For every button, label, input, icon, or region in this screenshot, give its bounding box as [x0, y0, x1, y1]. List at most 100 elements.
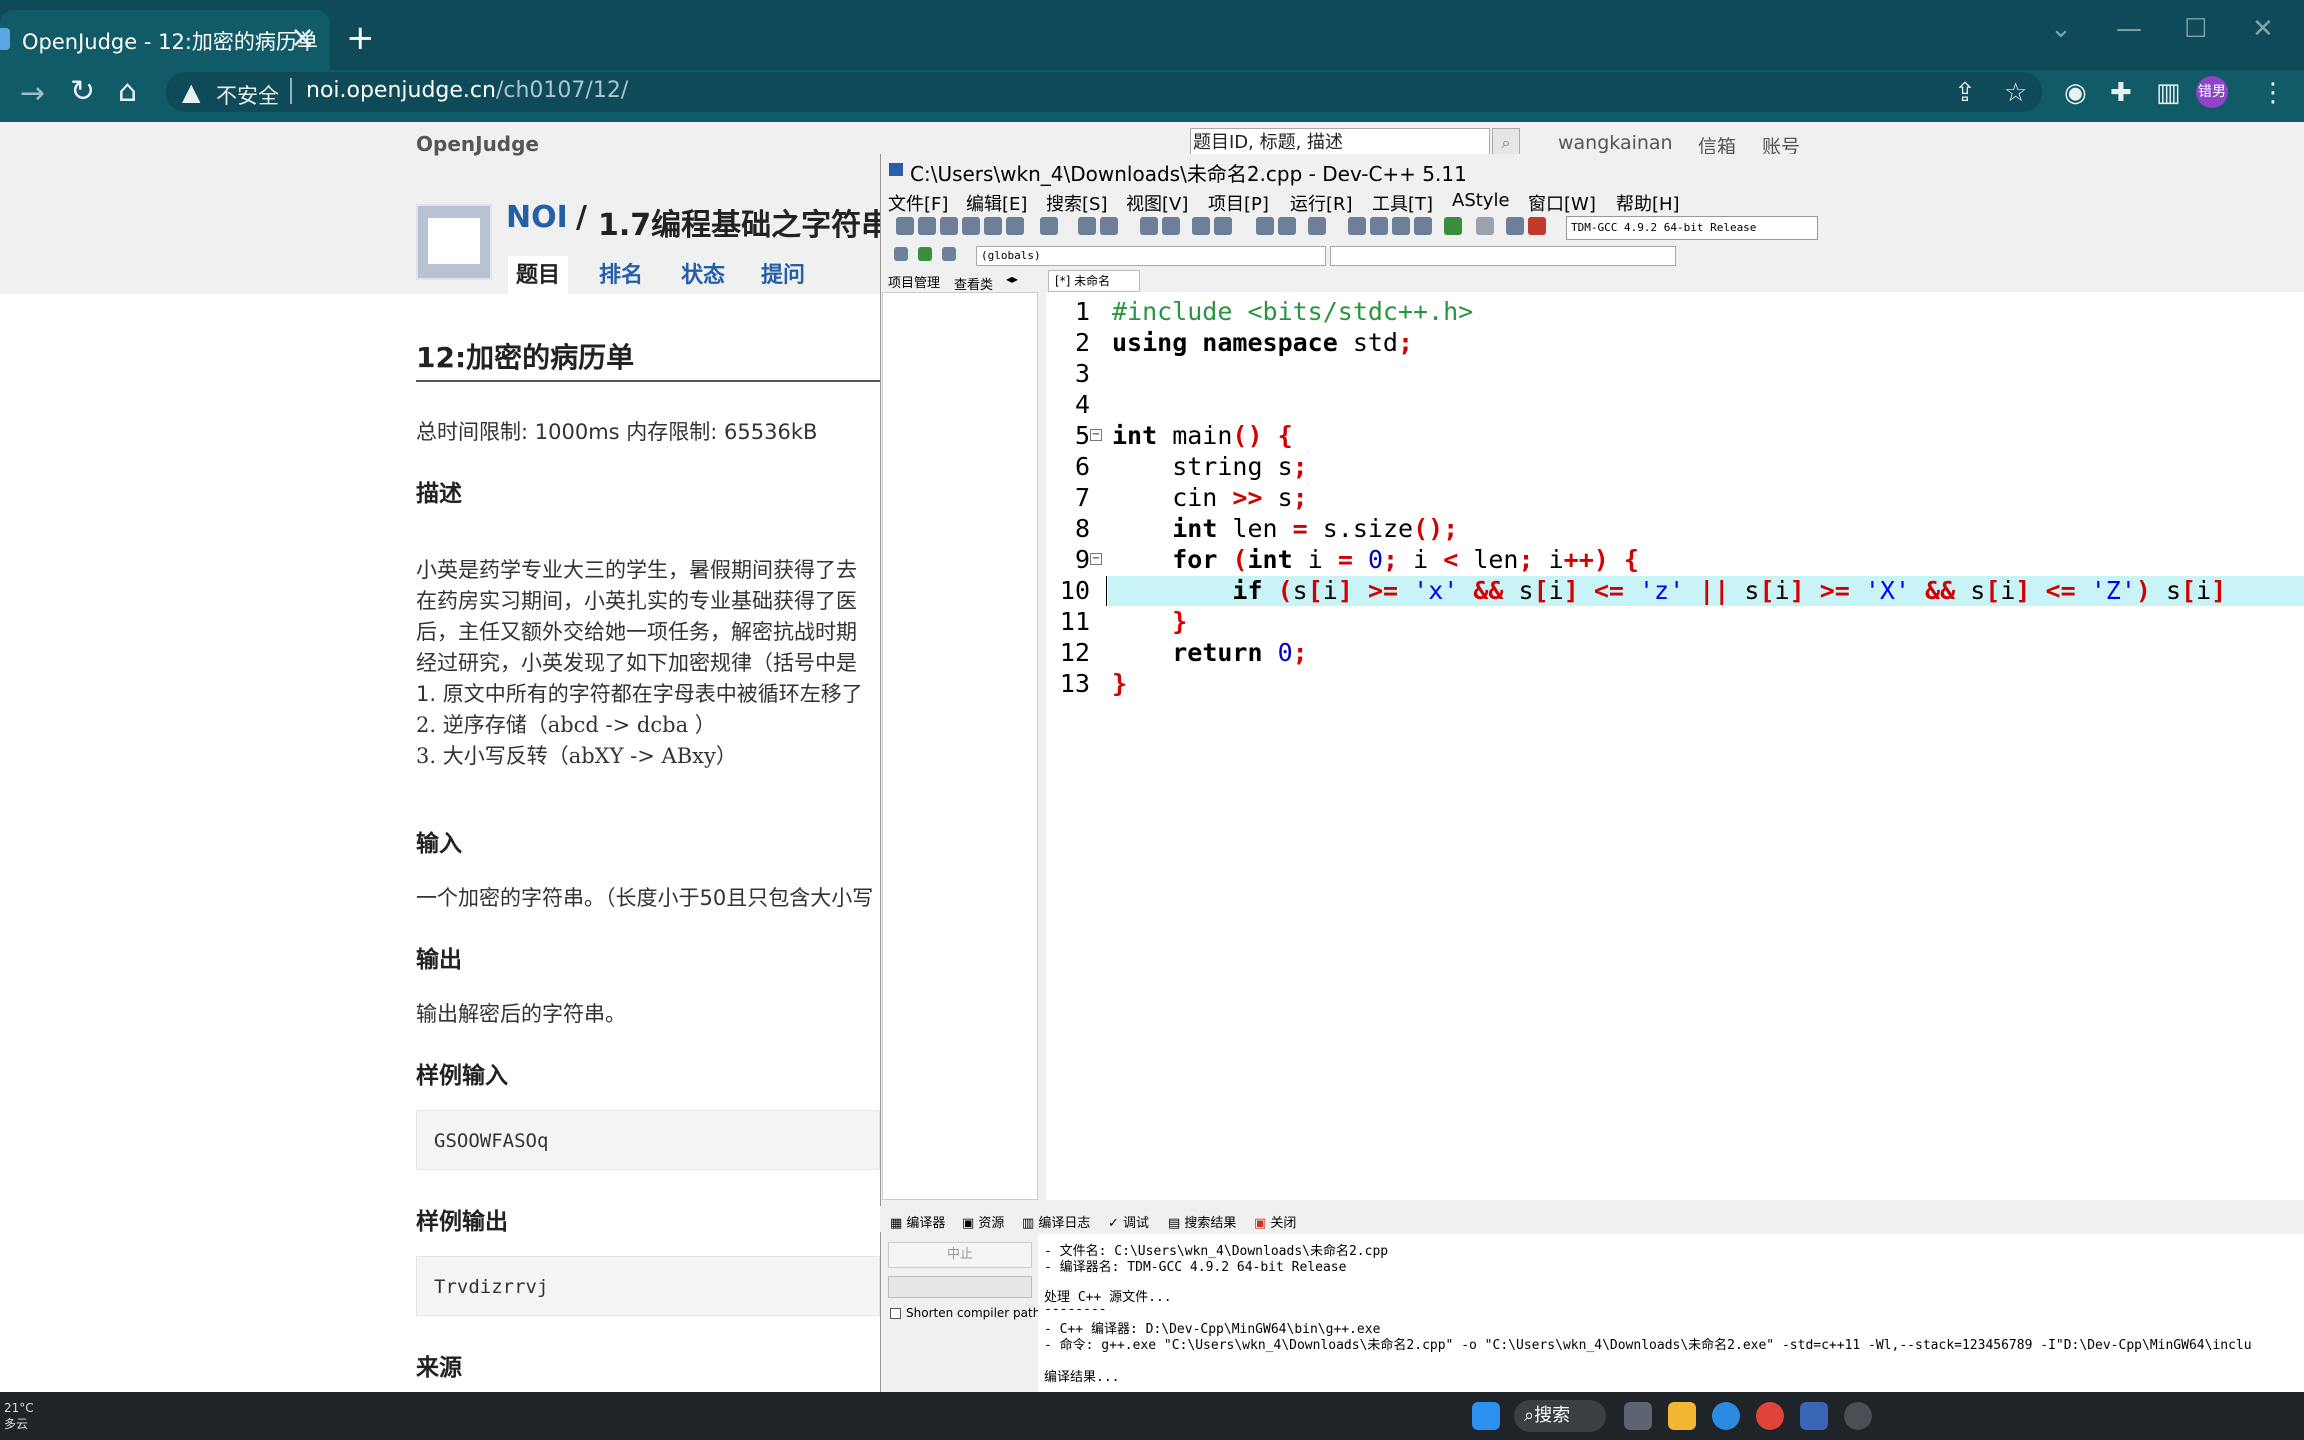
save-all-icon[interactable]	[962, 217, 980, 235]
file-explorer-icon[interactable]	[1668, 1402, 1696, 1430]
site-name[interactable]: OpenJudge	[416, 132, 539, 156]
tab-problem[interactable]: 题目	[508, 256, 568, 296]
code-line-1: #include <bits/stdc++.h>	[1112, 296, 1473, 327]
tab-search-results[interactable]: ▤ 搜索结果	[1168, 1212, 1236, 1231]
abort-button[interactable]: 中止	[888, 1242, 1032, 1268]
avatar[interactable]: 错男	[2196, 76, 2228, 108]
redo-icon[interactable]	[1100, 217, 1118, 235]
warning-icon[interactable]: ▲	[182, 78, 200, 106]
check-syntax-icon[interactable]	[1444, 217, 1462, 235]
menu-window[interactable]: 窗口[W]	[1528, 190, 1596, 216]
tab-compiler[interactable]: ▦ 编译器	[890, 1212, 945, 1231]
menu-project[interactable]: 项目[P]	[1208, 190, 1269, 216]
page-scrollbar[interactable]	[2282, 122, 2304, 154]
toggle-icon[interactable]	[942, 247, 956, 261]
profile-icon[interactable]	[1506, 217, 1524, 235]
tab-project-manager[interactable]: 项目管理	[888, 272, 940, 291]
devcpp-taskbar-icon[interactable]	[1800, 1402, 1828, 1430]
input-heading: 输入	[416, 831, 462, 857]
compile-run-icon[interactable]	[1392, 217, 1410, 235]
category-title[interactable]: 1.7编程基础之字符串	[598, 200, 891, 244]
scope-select[interactable]: (globals)	[976, 246, 1326, 266]
compiler-select[interactable]: TDM-GCC 4.9.2 64-bit Release	[1566, 216, 1818, 240]
side-panel-icon[interactable]: ▥	[2156, 78, 2181, 108]
shorten-paths-checkbox[interactable]	[890, 1308, 901, 1319]
noi-link[interactable]: NOI	[506, 200, 568, 235]
grid-icon: ▦	[890, 1216, 907, 1231]
code-line-7: cin >> s;	[1112, 483, 1308, 512]
rebuild-icon[interactable]	[1414, 217, 1432, 235]
compile-icon[interactable]	[1348, 217, 1366, 235]
forward-icon[interactable]: →	[20, 76, 45, 111]
share-icon[interactable]: ⇪	[1954, 78, 1976, 108]
chrome-icon[interactable]	[1756, 1402, 1784, 1430]
tab-question[interactable]: 提问	[752, 256, 814, 296]
tab-class-browser[interactable]: 查看类	[954, 274, 993, 293]
new-class-icon[interactable]	[894, 247, 908, 261]
menu-edit[interactable]: 编辑[E]	[966, 190, 1027, 216]
insert-icon[interactable]	[918, 247, 932, 261]
window-close-icon[interactable]: ✕	[2252, 14, 2274, 44]
open-file-icon[interactable]	[918, 217, 936, 235]
windows-start-icon[interactable]	[1472, 1402, 1500, 1430]
tab-compile-log[interactable]: ▥ 编译日志	[1022, 1212, 1090, 1231]
user-link[interactable]: wangkainan	[1558, 132, 1673, 154]
edge-icon[interactable]	[1712, 1402, 1740, 1430]
tab-search-icon[interactable]: ⌄	[2050, 14, 2072, 44]
menu-kebab-icon[interactable]: ⋮	[2260, 78, 2286, 108]
minimize-icon[interactable]: —	[2116, 14, 2142, 44]
menu-tools[interactable]: 工具[T]	[1372, 190, 1433, 216]
tab-status[interactable]: 状态	[670, 256, 736, 296]
back-icon[interactable]	[1256, 217, 1274, 235]
reload-icon[interactable]: ↻	[70, 74, 95, 109]
shorten-paths-label: Shorten compiler paths	[906, 1306, 1047, 1320]
toggle-bookmark-icon[interactable]	[1308, 217, 1326, 235]
menu-file[interactable]: 文件[F]	[888, 190, 948, 216]
editor-file-tab[interactable]: [*] 未命名2.cpp	[1048, 270, 1140, 308]
fold-toggle-icon[interactable]: −	[1090, 429, 1102, 441]
save-icon[interactable]	[940, 217, 958, 235]
stop-icon[interactable]	[1476, 217, 1494, 235]
tab-resources[interactable]: ▣ 资源	[962, 1212, 1004, 1231]
resource-icon: ▣	[962, 1216, 979, 1231]
new-tab-icon[interactable]: +	[346, 18, 375, 58]
replace-icon[interactable]	[1162, 217, 1180, 235]
indent-icon[interactable]	[1214, 217, 1232, 235]
debug-icon[interactable]	[1528, 217, 1546, 235]
task-view-icon[interactable]	[1624, 1402, 1652, 1430]
include-directive: #include <bits/stdc++.h>	[1112, 297, 1474, 326]
menu-astyle[interactable]: AStyle	[1452, 190, 1510, 211]
undo-icon[interactable]	[1078, 217, 1096, 235]
menu-run[interactable]: 运行[R]	[1290, 190, 1353, 216]
new-file-icon[interactable]	[896, 217, 914, 235]
maximize-icon[interactable]: ☐	[2184, 14, 2207, 44]
sample-input: GSOOWFASOq	[434, 1130, 549, 1152]
line-number: 9	[1074, 545, 1090, 574]
goto-icon[interactable]	[1192, 217, 1210, 235]
menu-search[interactable]: 搜索[S]	[1046, 190, 1107, 216]
url-text[interactable]: noi.openjudge.cn/ch0107/12/	[306, 78, 628, 103]
forward-nav-icon[interactable]	[1278, 217, 1296, 235]
tab-ranking[interactable]: 排名	[590, 256, 652, 296]
run-icon[interactable]	[1370, 217, 1388, 235]
weather-widget[interactable]: 21°C 多云	[4, 1400, 34, 1432]
obs-icon[interactable]	[1844, 1402, 1872, 1430]
home-icon[interactable]: ⌂	[118, 74, 137, 109]
function-select[interactable]	[1330, 246, 1676, 266]
find-icon[interactable]	[1140, 217, 1158, 235]
menu-help[interactable]: 帮助[H]	[1616, 190, 1680, 216]
extensions-puzzle-icon[interactable]: ✚	[2110, 78, 2132, 108]
fold-toggle-icon[interactable]: −	[1090, 553, 1102, 565]
close-file-icon[interactable]	[984, 217, 1002, 235]
taskbar-search[interactable]: ⌕搜索	[1514, 1400, 1606, 1432]
not-secure-label[interactable]: 不安全	[216, 80, 279, 110]
close-tab-icon[interactable]: ×	[290, 18, 315, 58]
tab-close-panel[interactable]: ▣ 关闭	[1254, 1212, 1296, 1231]
tab-debug[interactable]: ✓ 调试	[1108, 1212, 1149, 1231]
extension-circle-icon[interactable]: ◉	[2064, 78, 2087, 108]
bookmark-star-icon[interactable]: ☆	[2004, 78, 2027, 108]
menu-view[interactable]: 视图[V]	[1126, 190, 1188, 216]
print-icon[interactable]	[1040, 217, 1058, 235]
panel-scroll-icon[interactable]: ◂▸	[1006, 272, 1018, 286]
close-all-icon[interactable]	[1006, 217, 1024, 235]
